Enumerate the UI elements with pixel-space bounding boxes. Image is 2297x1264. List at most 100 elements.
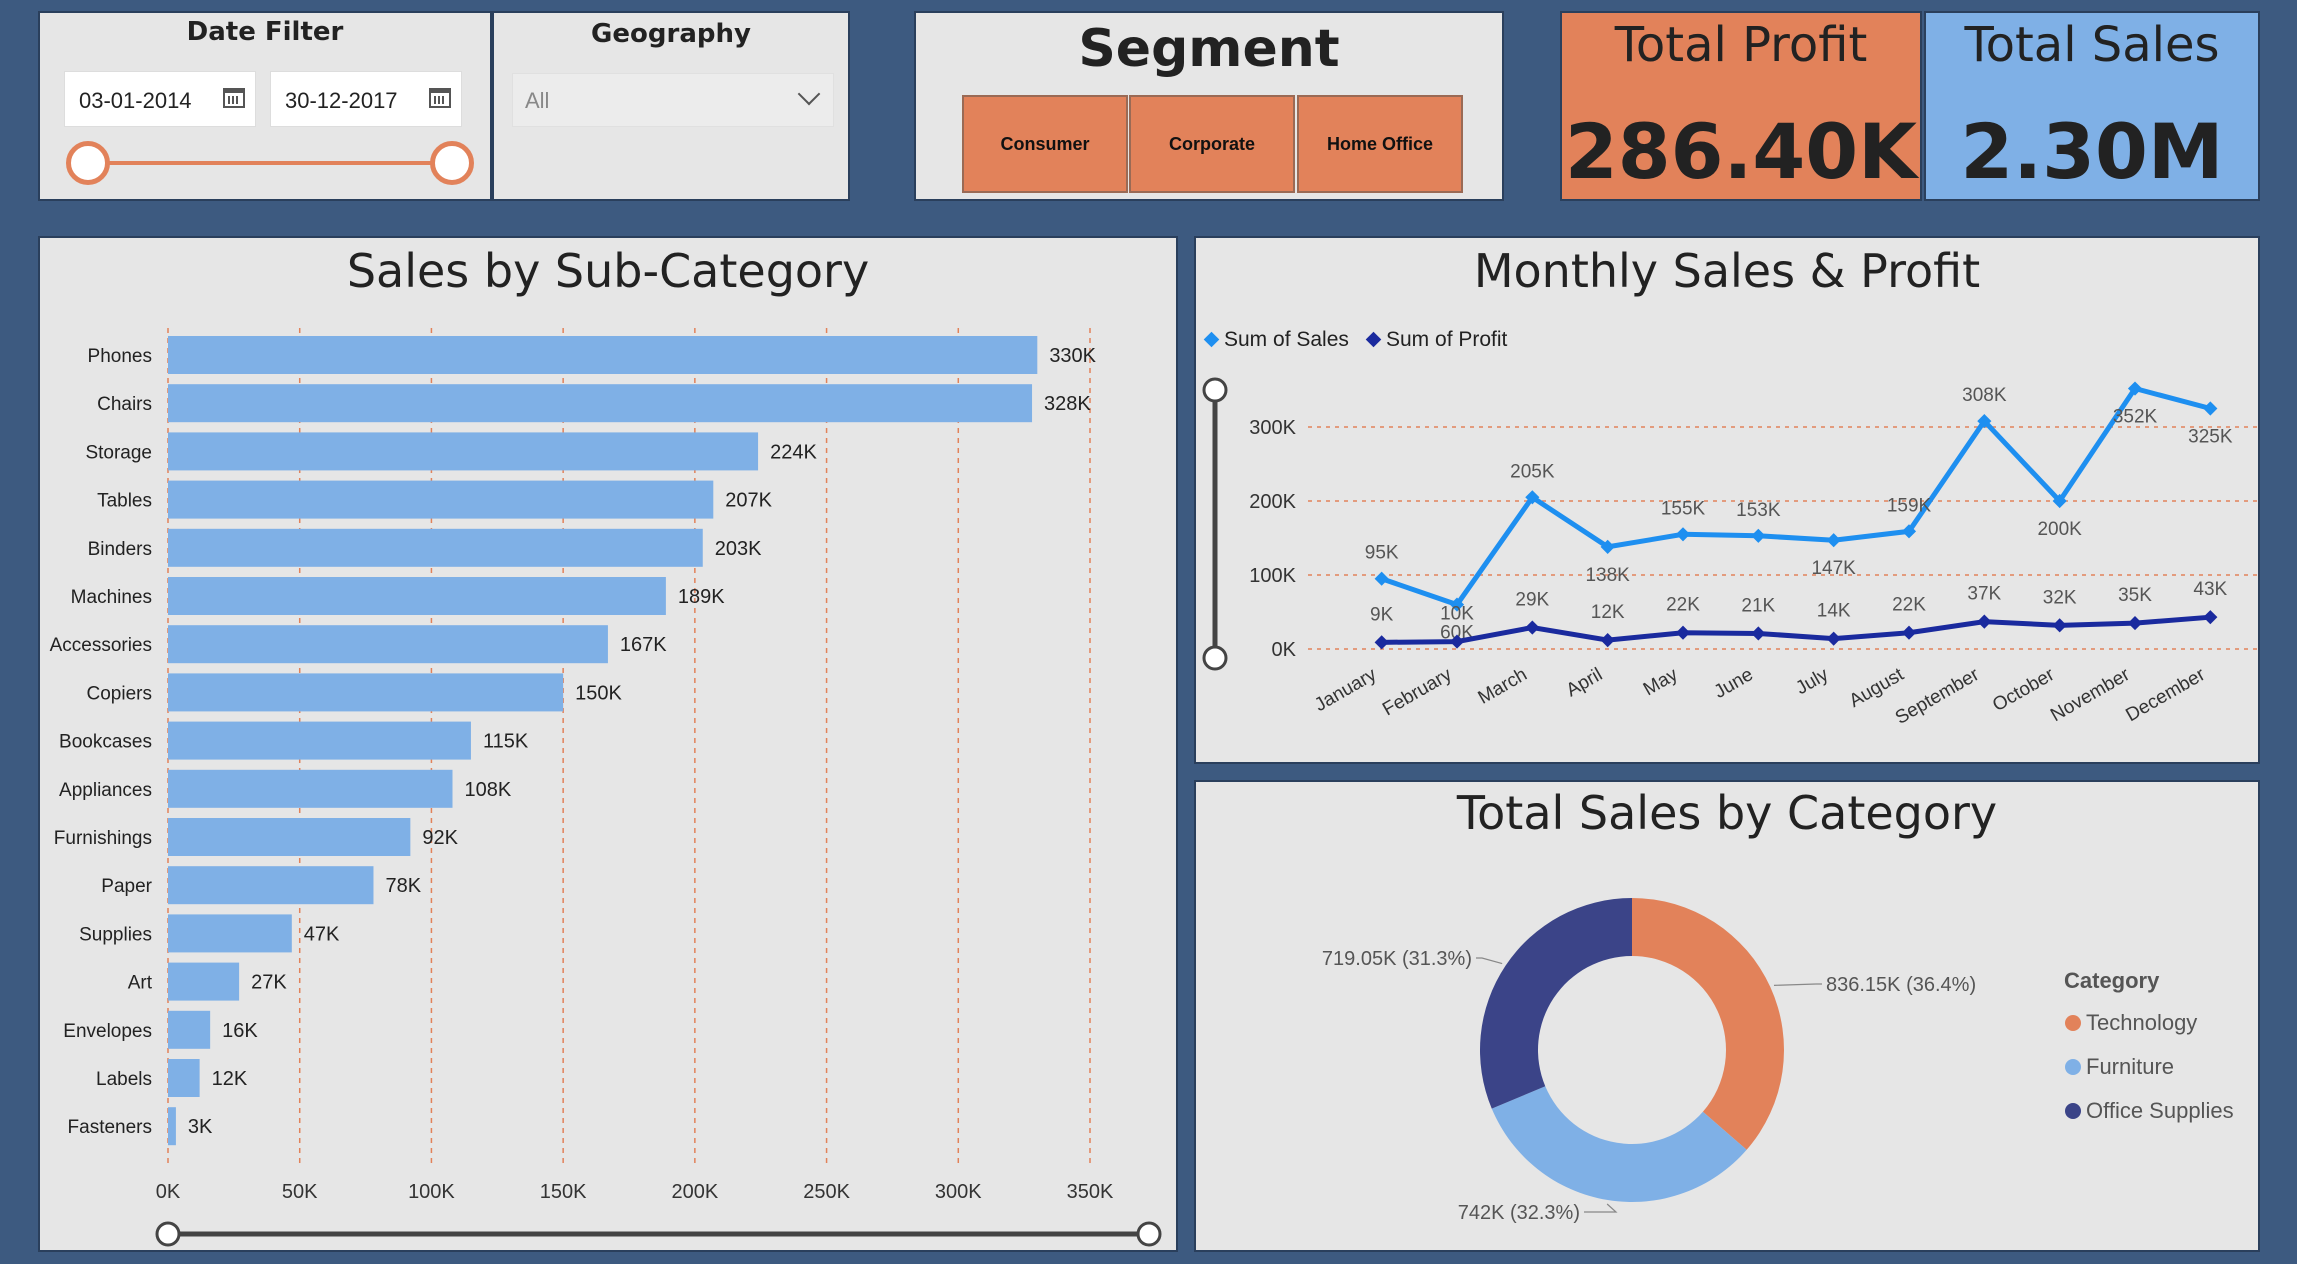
bar-value-label: 27K [251,972,287,994]
data-label: 9K [1370,604,1394,625]
data-label: 22K [1666,595,1700,616]
bar[interactable] [168,1059,200,1097]
legend-label: Sum of Sales [1224,328,1349,351]
bar[interactable] [168,432,759,471]
start-date-input[interactable]: 03-01-2014 [64,71,256,127]
bar[interactable] [168,1010,211,1049]
x-tick-label: July [1792,664,1832,699]
total-sales-label: Total Sales [1964,17,2220,73]
x-tick-label: January [1311,664,1380,716]
x-tick-label: September [1892,664,1984,729]
date-filter-title: Date Filter [186,17,344,47]
data-point[interactable] [2127,616,2143,631]
legend-label[interactable]: Technology [2086,1010,2197,1035]
y-range-slider-bottom-handle[interactable] [1202,645,1228,671]
bar[interactable] [168,1107,176,1146]
bar[interactable] [168,721,471,760]
bar-category-label: Supplies [79,924,152,945]
bar[interactable] [168,384,1033,423]
slice-label: 836.15K (36.4%) [1826,974,1976,996]
bar[interactable] [168,480,714,519]
bar-value-label: 47K [304,923,340,945]
legend-label[interactable]: Office Supplies [2086,1098,2234,1123]
data-point[interactable] [1751,626,1766,641]
donut-slice[interactable] [1491,1086,1747,1202]
legend-label[interactable]: Furniture [2086,1054,2174,1079]
bar-value-label: 16K [222,1020,258,1042]
bar[interactable] [168,625,608,664]
data-label: 308K [1962,385,2007,406]
total-sales-card: Total Sales 2.30M [1924,11,2260,201]
data-label: 22K [1892,595,1926,616]
bar-category-label: Furnishings [54,828,152,849]
date-slider-track[interactable] [90,161,452,165]
calendar-icon[interactable] [429,88,451,108]
data-point[interactable] [1826,533,1841,548]
bar[interactable] [168,336,1038,374]
data-label: 35K [2118,585,2152,606]
data-point[interactable] [1374,635,1389,650]
bar-category-label: Labels [96,1069,152,1090]
bar-category-label: Art [128,973,153,994]
slice-leader-line [1773,983,1822,986]
data-point[interactable] [2203,610,2218,625]
total-profit-value: 286.40K [1564,107,1918,196]
data-point[interactable] [1826,631,1841,646]
range-slider-end-handle[interactable] [1136,1221,1162,1247]
bar-category-label: Accessories [50,635,152,656]
date-slider-start-handle[interactable] [66,141,110,185]
date-slider-end-handle[interactable] [430,141,474,185]
range-slider-start-handle[interactable] [155,1221,181,1247]
x-tick-label: 250K [803,1181,850,1203]
bar[interactable] [168,673,564,712]
series-line [1380,385,2211,608]
donut-slice[interactable] [1632,898,1784,1150]
data-label: 37K [1967,584,2001,605]
bar[interactable] [168,914,292,953]
bar-value-label: 78K [385,875,421,897]
series-line [1381,614,2211,645]
data-point[interactable] [1525,620,1540,635]
bar-category-label: Machines [71,587,152,608]
slice-label: 719.05K (31.3%) [1322,948,1472,970]
bar-category-label: Paper [101,876,152,897]
y-range-slider-top-handle[interactable] [1202,377,1228,403]
data-point[interactable] [1600,633,1615,648]
segment-consumer-button[interactable]: Consumer [962,95,1128,193]
bar[interactable] [168,769,453,808]
data-point[interactable] [1374,571,1389,586]
bar[interactable] [168,577,666,615]
data-label: 153K [1736,500,1781,521]
x-tick-label: May [1640,664,1682,700]
data-point[interactable] [2052,618,2067,633]
geography-dropdown[interactable]: All [512,73,834,127]
legend-title: Category [2064,968,2160,993]
data-label: 352K [2113,407,2158,428]
data-point[interactable] [1901,625,1917,640]
donut-slice[interactable] [1480,898,1632,1109]
bar[interactable] [168,818,411,856]
end-date-input[interactable]: 30-12-2017 [270,71,462,127]
x-tick-label: December [2122,664,2209,726]
y-tick-label: 300K [1249,417,1296,439]
data-point[interactable] [1675,625,1691,640]
segment-home-office-button[interactable]: Home Office [1297,95,1463,193]
segment-panel: Segment Consumer Corporate Home Office [914,11,1504,201]
legend-label: Sum of Profit [1386,328,1508,351]
bar-category-label: Tables [97,491,152,512]
calendar-icon[interactable] [223,88,245,108]
data-point[interactable] [1977,614,1992,629]
bar[interactable] [168,528,703,567]
data-point[interactable] [1675,527,1691,542]
bar-category-label: Appliances [59,780,152,801]
data-point[interactable] [1751,528,1766,543]
data-point[interactable] [2203,401,2218,416]
chevron-down-icon[interactable] [797,82,821,106]
sales-by-category-panel: Total Sales by Category 836.15K (36.4%) 7… [1194,780,2260,1252]
bar-category-label: Bookcases [59,732,152,753]
bar[interactable] [168,962,240,1001]
sales-by-subcategory-panel: Sales by Sub-Category 0K 50K 100K 150K 200K 2… [38,236,1178,1252]
bar[interactable] [168,866,374,905]
segment-corporate-button[interactable]: Corporate [1129,95,1295,193]
legend-marker [1365,331,1382,348]
